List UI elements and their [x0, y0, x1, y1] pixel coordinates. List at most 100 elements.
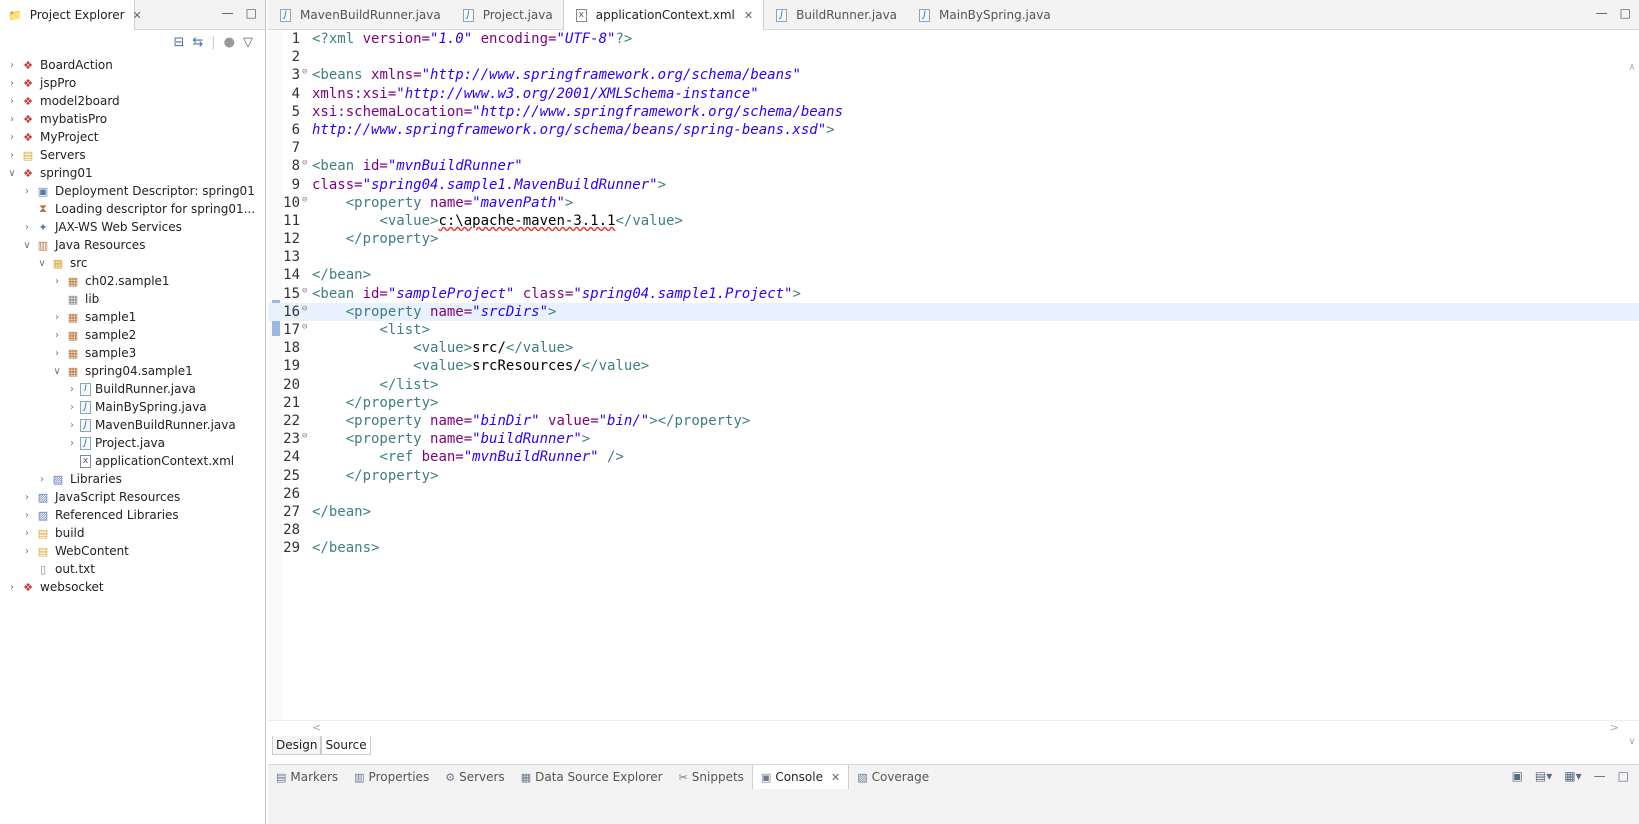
chevron-right-icon[interactable]: › [66, 420, 78, 431]
bottom-tab[interactable]: ▦ Data Source Explorer [513, 765, 671, 789]
close-icon[interactable]: ✕ [831, 771, 840, 784]
chevron-right-icon[interactable]: › [6, 60, 18, 71]
view-menu-icon[interactable]: ▽ [243, 35, 253, 50]
chevron-right-icon[interactable]: › [51, 312, 63, 323]
tree-item[interactable]: › ❖ BoardAction [0, 56, 265, 74]
bottom-tab[interactable]: ▥ Properties [346, 765, 437, 789]
tree-item[interactable]: ⧗ Loading descriptor for spring01... [0, 200, 265, 218]
chevron-right-icon[interactable]: › [51, 348, 63, 359]
editor-tab[interactable]: J MainBySpring.java [907, 0, 1061, 30]
tree-item[interactable]: › ❖ jspPro [0, 74, 265, 92]
scroll-up-icon[interactable]: ∧ [1629, 62, 1635, 73]
tree-item[interactable]: › ▨ Referenced Libraries [0, 506, 265, 524]
editor-tab[interactable]: J Project.java [451, 0, 563, 30]
chevron-right-icon[interactable]: › [6, 132, 18, 143]
fold-toggle-icon[interactable]: ⊖ [302, 154, 307, 172]
maximize-icon[interactable]: □ [246, 6, 257, 20]
editor-tab[interactable]: J MavenBuildRunner.java [268, 0, 451, 30]
fold-toggle-icon[interactable]: ⊖ [302, 318, 307, 336]
xml-source-editor[interactable]: 1 <?xml version="1.0" encoding="UTF-8"?> 2… [268, 30, 1639, 747]
tree-item[interactable]: › ▦ sample3 [0, 344, 265, 362]
tree-item[interactable]: x applicationContext.xml [0, 452, 265, 470]
tree-item[interactable]: › ❖ mybatisPro [0, 110, 265, 128]
chevron-right-icon[interactable]: › [66, 402, 78, 413]
tree-item[interactable]: › ❖ MyProject [0, 128, 265, 146]
close-icon[interactable]: ✕ [744, 9, 753, 22]
chevron-right-icon[interactable]: › [21, 510, 33, 521]
tree-item[interactable]: › ▦ ch02.sample1 [0, 272, 265, 290]
tree-item[interactable]: › J Project.java [0, 434, 265, 452]
chevron-right-icon[interactable]: › [21, 186, 33, 197]
maximize-icon[interactable]: □ [1618, 769, 1629, 783]
tree-item[interactable]: › ▣ Deployment Descriptor: spring01 [0, 182, 265, 200]
tree-item[interactable]: ∨ ▥ Java Resources [0, 236, 265, 254]
tree-item[interactable]: › ▤ Servers [0, 146, 265, 164]
chevron-right-icon[interactable]: › [21, 492, 33, 503]
fold-toggle-icon[interactable]: ⊖ [302, 63, 307, 81]
chevron-right-icon[interactable]: › [51, 330, 63, 341]
tree-item[interactable]: › I BuildRunner.java [0, 380, 265, 398]
filter-icon[interactable]: ● [224, 35, 235, 50]
bottom-tab[interactable]: ▧ Coverage [849, 765, 937, 789]
horizontal-scrollbar[interactable]: < > [268, 720, 1639, 734]
chevron-right-icon[interactable]: › [51, 276, 63, 287]
chevron-right-icon[interactable]: › [66, 384, 78, 395]
tree-item[interactable]: › ▦ sample1 [0, 308, 265, 326]
scroll-left-icon[interactable]: < [312, 721, 321, 734]
link-with-editor-icon[interactable]: ⇆ [192, 35, 203, 50]
tree-item[interactable]: › ❖ websocket [0, 578, 265, 596]
tree-item[interactable]: › ▤ build [0, 524, 265, 542]
chevron-down-icon[interactable]: ∨ [36, 258, 48, 269]
editor-tab[interactable]: x applicationContext.xml ✕ [562, 0, 765, 30]
bottom-tab[interactable]: ✂ Snippets [671, 765, 752, 789]
tree-item[interactable]: ∨ ▦ src [0, 254, 265, 272]
minimize-icon[interactable]: — [222, 6, 234, 20]
open-console-icon[interactable]: ▦▾ [1564, 769, 1581, 783]
tree-item[interactable]: › ▨ Libraries [0, 470, 265, 488]
chevron-down-icon[interactable]: ∨ [21, 240, 33, 251]
chevron-down-icon[interactable]: ∨ [6, 168, 18, 179]
chevron-right-icon[interactable]: › [21, 546, 33, 557]
close-icon[interactable]: ✕ [133, 9, 142, 22]
fold-toggle-icon[interactable]: ⊖ [302, 427, 307, 445]
bottom-tab[interactable]: ⚙ Servers [437, 765, 512, 789]
tree-item[interactable]: ▯ out.txt [0, 560, 265, 578]
chevron-down-icon[interactable]: ∨ [51, 366, 63, 377]
fold-toggle-icon[interactable]: ⊖ [302, 300, 307, 318]
source-tab[interactable]: Source [321, 736, 371, 755]
chevron-right-icon[interactable]: › [6, 96, 18, 107]
tree-item[interactable]: › ✦ JAX-WS Web Services [0, 218, 265, 236]
minimize-icon[interactable]: — [1596, 6, 1608, 20]
scroll-down-icon[interactable]: ∨ [1629, 736, 1635, 747]
chevron-right-icon[interactable]: › [21, 222, 33, 233]
project-explorer-tab[interactable]: 📁 Project Explorer ✕ [0, 0, 142, 30]
chevron-right-icon[interactable]: › [6, 78, 18, 89]
scroll-right-icon[interactable]: > [1610, 721, 1619, 734]
tree-item[interactable]: › ▦ sample2 [0, 326, 265, 344]
tree-item[interactable]: ▦ lib [0, 290, 265, 308]
minimize-icon[interactable]: — [1594, 769, 1606, 783]
design-tab[interactable]: Design [272, 736, 322, 755]
maximize-icon[interactable]: □ [1620, 6, 1631, 20]
fold-toggle-icon[interactable]: ⊖ [302, 282, 307, 300]
collapse-all-icon[interactable]: ⊟ [173, 35, 184, 50]
chevron-right-icon[interactable]: › [66, 438, 78, 449]
chevron-right-icon[interactable]: › [21, 528, 33, 539]
chevron-right-icon[interactable]: › [36, 474, 48, 485]
tree-item[interactable]: ∨ ▦ spring04.sample1 [0, 362, 265, 380]
bottom-tab[interactable]: ▣ Console ✕ [751, 765, 850, 789]
tree-item[interactable]: › J MavenBuildRunner.java [0, 416, 265, 434]
tree-item[interactable]: › ❖ model2board [0, 92, 265, 110]
chevron-right-icon[interactable]: › [6, 582, 18, 593]
chevron-right-icon[interactable]: › [6, 114, 18, 125]
tree-item[interactable]: › ▤ WebContent [0, 542, 265, 560]
tree-item[interactable]: › ▨ JavaScript Resources [0, 488, 265, 506]
tree-item[interactable]: › J MainBySpring.java [0, 398, 265, 416]
bottom-tab[interactable]: ▤ Markers [268, 765, 346, 789]
tree-item[interactable]: ∨ ❖ spring01 [0, 164, 265, 182]
fold-toggle-icon[interactable]: ⊖ [302, 191, 307, 209]
pin-console-icon[interactable]: ▣ [1512, 769, 1523, 783]
chevron-right-icon[interactable]: › [6, 150, 18, 161]
editor-tab[interactable]: J BuildRunner.java [764, 0, 907, 30]
display-console-icon[interactable]: ▤▾ [1535, 769, 1552, 783]
